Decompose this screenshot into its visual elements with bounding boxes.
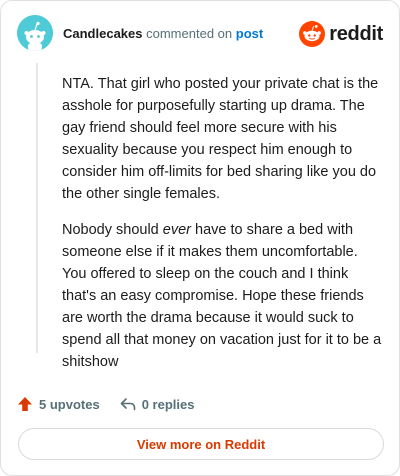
comment-body: NTA. That girl who posted your private c… <box>62 73 382 387</box>
upvote-button[interactable]: 5 upvotes <box>17 396 100 412</box>
replies-count: 0 replies <box>141 396 195 412</box>
comment-meta: Candlecakes commented on post <box>63 26 263 41</box>
action-text: commented on <box>146 26 233 41</box>
upvote-arrow-icon <box>18 397 32 411</box>
emphasis-text: ever <box>162 222 191 238</box>
paragraph-2-end: have to share a bed with someone else if… <box>62 222 382 370</box>
post-link[interactable]: post <box>236 26 263 41</box>
reddit-brand[interactable]: reddit <box>299 19 383 49</box>
username[interactable]: Candlecakes <box>63 26 143 41</box>
upvotes-count: 5 upvotes <box>39 396 100 412</box>
reddit-snoo-icon <box>299 21 326 47</box>
comment-embed-card: Candlecakes commented on post reddit NTA… <box>0 0 400 476</box>
reply-button[interactable]: 0 replies <box>120 396 195 412</box>
paragraph-2-start: Nobody should <box>62 222 163 238</box>
reddit-wordmark: reddit <box>329 22 383 45</box>
snoo-avatar-icon <box>17 15 53 51</box>
view-more-button[interactable]: View more on Reddit <box>18 428 384 460</box>
thread-line <box>36 63 38 353</box>
comment-paragraph-2: Nobody should ever have to share a bed w… <box>62 219 382 373</box>
comment-actions: 5 upvotes 0 replies <box>17 392 194 416</box>
reply-arrow-icon <box>120 398 135 411</box>
user-avatar[interactable] <box>17 15 53 51</box>
comment-paragraph-1: NTA. That girl who posted your private c… <box>62 76 379 202</box>
comment-header: Candlecakes commented on post reddit <box>17 15 383 55</box>
